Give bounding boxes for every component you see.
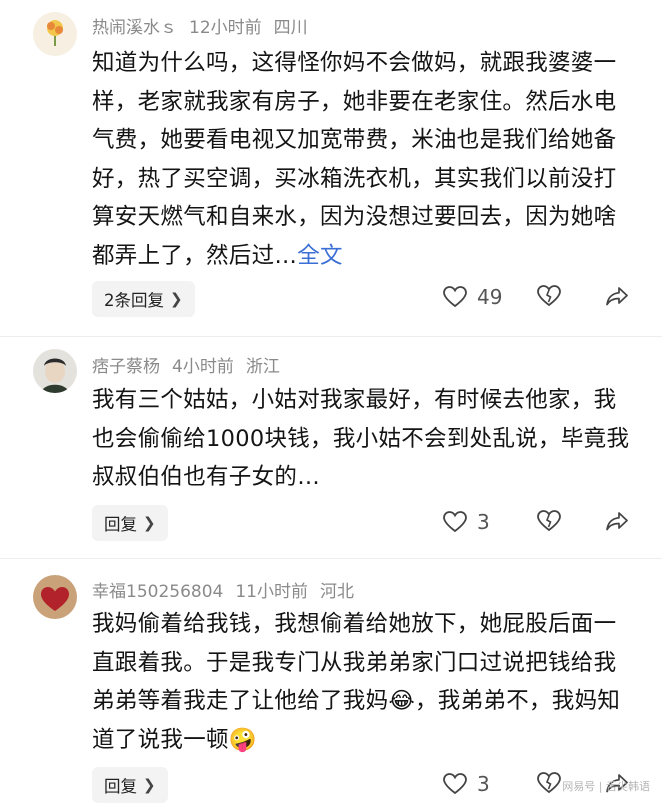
location: 浙江 [245,357,280,377]
like-button[interactable]: 3 [443,772,490,796]
heart-icon [443,773,467,795]
reply-label: 回复 [104,515,137,534]
comment-meta: 痞子蔡杨 4小时前 浙江 [92,352,292,377]
heart-icon [443,511,467,533]
timestamp: 12小时前 [189,18,262,38]
dislike-button[interactable] [537,772,561,794]
reply-count-label: 2条回复 [104,291,164,310]
comment-meta: 幸福150256804 11小时前 河北 [92,577,366,602]
comment-text: 我妈偷着给我钱，我想偷着给她放下，她屁股后面一直跟着我。于是我专门从我弟弟家门口… [92,605,637,759]
like-button[interactable]: 49 [443,285,502,309]
username[interactable]: 幸福150256804 [92,582,223,602]
avatar[interactable] [33,575,77,619]
like-count: 3 [477,772,490,796]
divider [0,336,662,337]
share-button[interactable] [606,511,628,531]
view-replies-button[interactable]: 2条回复 ❯ [92,281,195,317]
share-icon [606,512,628,531]
comment-text: 我有三个姑姑，小姑对我家最好，有时候去他家，我也会偷偷给1000块钱，我小姑不会… [92,381,637,497]
avatar[interactable] [33,349,77,393]
username[interactable]: 痞子蔡杨 [92,357,160,377]
reply-label: 回复 [104,777,137,796]
chevron-right-icon: ❯ [143,514,156,532]
heart-icon [443,286,467,308]
comment-body: 我有三个姑姑，小姑对我家最好，有时候去他家，我也会偷偷给1000块钱，我小姑不会… [92,387,630,490]
location: 四川 [273,18,308,38]
watermark: 网易号 | 舌尖韩语 [562,780,650,793]
timestamp: 4小时前 [172,357,234,377]
dislike-button[interactable] [537,285,561,307]
location: 河北 [319,582,354,602]
like-button[interactable]: 3 [443,510,490,534]
dislike-button[interactable] [537,510,561,532]
chevron-right-icon: ❯ [170,290,183,308]
share-icon [606,287,628,306]
broken-heart-icon [537,510,561,532]
broken-heart-icon [537,285,561,307]
username[interactable]: 热闹溪水ｓ [92,18,177,38]
comment-text: 知道为什么吗，这得怪你妈不会做妈，就跟我婆婆一样，老家就我家有房子，她非要在老家… [92,44,637,275]
broken-heart-icon [537,772,561,794]
divider [0,558,662,559]
timestamp: 11小时前 [235,582,308,602]
comment-body: 我妈偷着给我钱，我想偷着给她放下，她屁股后面一直跟着我。于是我专门从我弟弟家门口… [92,611,621,753]
comment-meta: 热闹溪水ｓ 12小时前 四川 [92,13,320,38]
chevron-right-icon: ❯ [143,776,156,794]
comment-body: 知道为什么吗，这得怪你妈不会做妈，就跟我婆婆一样，老家就我家有房子，她非要在老家… [92,50,617,269]
share-button[interactable] [606,286,628,306]
reply-button[interactable]: 回复 ❯ [92,767,168,803]
reply-button[interactable]: 回复 ❯ [92,505,168,541]
like-count: 49 [477,285,503,309]
expand-full-text-link[interactable]: 全文 [297,243,343,269]
like-count: 3 [477,510,490,534]
avatar[interactable] [33,12,77,56]
